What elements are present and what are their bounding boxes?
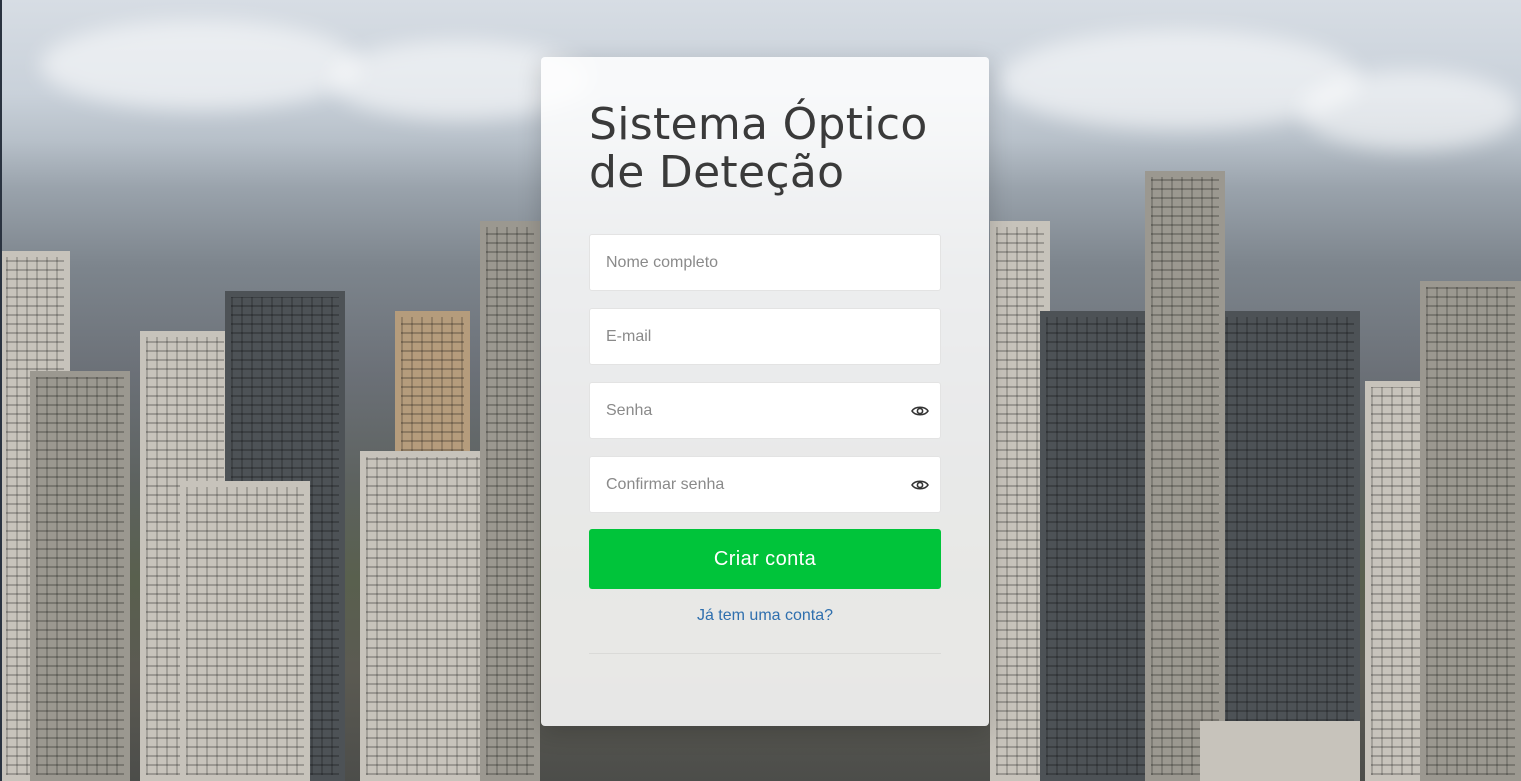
building (1145, 171, 1225, 781)
building (180, 481, 310, 781)
full-name-input[interactable] (590, 235, 940, 290)
divider (589, 653, 941, 654)
confirm-password-field[interactable] (589, 456, 941, 513)
eye-icon[interactable] (910, 475, 930, 495)
cloud (40, 20, 360, 110)
building (1200, 721, 1360, 781)
email-field[interactable] (589, 308, 941, 365)
left-edge (0, 0, 2, 781)
login-link[interactable]: Já tem uma conta? (589, 607, 941, 625)
eye-icon[interactable] (910, 401, 930, 421)
building (360, 451, 500, 781)
building (480, 221, 540, 781)
building (1420, 281, 1521, 781)
cloud (1300, 70, 1520, 150)
building (30, 371, 130, 781)
create-account-button[interactable]: Criar conta (589, 529, 941, 589)
password-field[interactable] (589, 382, 941, 439)
page-title: Sistema Óptico de Deteção (589, 99, 928, 198)
full-name-field[interactable] (589, 234, 941, 291)
confirm-password-input[interactable] (590, 457, 940, 512)
signup-card: Sistema Óptico de Deteção Criar conta Já… (541, 57, 989, 726)
password-input[interactable] (590, 383, 940, 438)
email-input[interactable] (590, 309, 940, 364)
